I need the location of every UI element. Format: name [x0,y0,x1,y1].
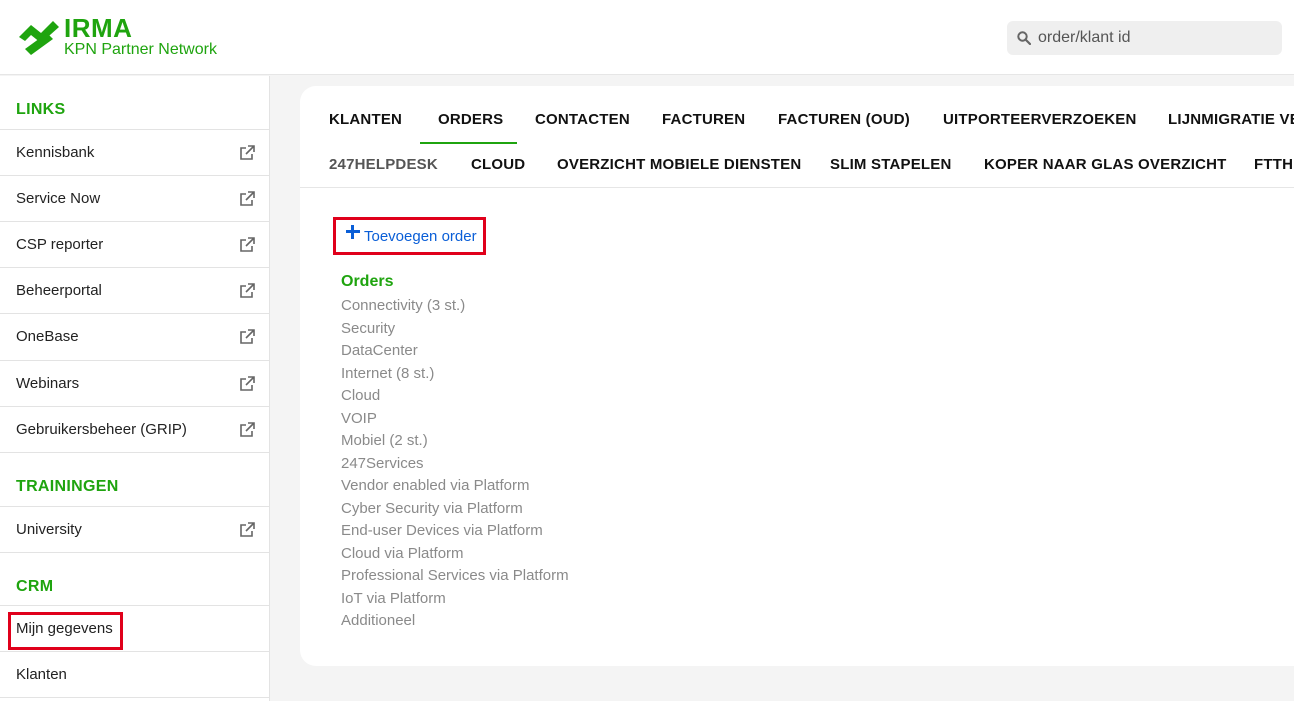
sidebar-item-service-now[interactable]: Service Now [0,175,269,221]
search-box[interactable] [1007,21,1282,55]
sidebar-divider [0,697,269,698]
order-category-item[interactable]: Professional Services via Platform [341,565,569,588]
sidebar-item-mijn-gegevens[interactable]: Mijn gegevens [0,605,269,651]
tab-cloud[interactable]: CLOUD [471,156,525,173]
sidebar-item-label: Webinars [16,375,80,392]
external-link-icon [240,329,255,344]
order-category-item[interactable]: Cloud via Platform [341,543,569,566]
tab-247helpdesk[interactable]: 247HELPDESK [329,156,438,173]
tab-koper-naar-glas-overzicht[interactable]: KOPER NAAR GLAS OVERZICHT [984,156,1227,173]
order-category-item[interactable]: Additioneel [341,610,569,633]
tab-lijnmigratie[interactable]: LIJNMIGRATIE VE [1168,111,1294,128]
order-category-item[interactable]: Cyber Security via Platform [341,498,569,521]
tab-slim-stapelen[interactable]: SLIM STAPELEN [830,156,952,173]
order-category-item[interactable]: Security [341,318,569,341]
sidebar-item-kennisbank[interactable]: Kennisbank [0,129,269,175]
logo-title[interactable]: IRMA [64,14,132,42]
tab-ftth[interactable]: FTTH [1254,156,1294,173]
tabs-divider [300,187,1294,188]
order-category-item[interactable]: Vendor enabled via Platform [341,475,569,498]
irma-logo-icon[interactable] [17,15,61,59]
external-link-icon [240,283,255,298]
sidebar-item-label: Beheerportal [16,282,102,299]
header: IRMA KPN Partner Network [0,0,1294,75]
active-tab-indicator [420,142,517,144]
order-category-item[interactable]: Connectivity (3 st.) [341,295,569,318]
sidebar-item-label: Service Now [16,190,101,207]
tab-klanten[interactable]: KLANTEN [329,111,402,128]
sidebar-item-onebase[interactable]: OneBase [0,313,269,359]
order-category-item[interactable]: End-user Devices via Platform [341,520,569,543]
sidebar-item-label: University [16,521,82,538]
external-link-icon [240,522,255,537]
order-category-item[interactable]: Cloud [341,385,569,408]
sidebar-item-label: Klanten [16,666,67,683]
tab-uitporteerverzoeken[interactable]: UITPORTEERVERZOEKEN [943,111,1137,128]
add-order-label: Toevoegen order [364,228,477,245]
sidebar-item-label: CSP reporter [16,236,104,253]
sidebar-divider [0,452,269,453]
external-link-icon [240,145,255,160]
sidebar-item-label: Mijn gegevens [16,620,113,637]
external-link-icon [240,191,255,206]
add-order-button[interactable]: Toevoegen order [333,217,486,255]
tab-orders[interactable]: ORDERS [438,111,503,128]
search-input[interactable] [1038,21,1276,55]
sidebar-divider [0,552,269,553]
sidebar-item-beheerportal[interactable]: Beheerportal [0,267,269,313]
tab-facturen-oud[interactable]: FACTUREN (OUD) [778,111,910,128]
order-category-item[interactable]: VOIP [341,408,569,431]
sidebar-item-label: Kennisbank [16,144,95,161]
external-link-icon [240,376,255,391]
tab-facturen[interactable]: FACTUREN [662,111,745,128]
sidebar-item-label: OneBase [16,328,79,345]
sidebar-item-label: Gebruikersbeheer (GRIP) [16,421,187,438]
plus-icon [346,225,360,239]
sidebar-item-university[interactable]: University [0,506,269,552]
tab-contacten[interactable]: CONTACTEN [535,111,630,128]
order-category-item[interactable]: IoT via Platform [341,588,569,611]
sidebar-item-klanten[interactable]: Klanten [0,651,269,697]
sidebar-item-webinars[interactable]: Webinars [0,360,269,406]
orders-title: Orders [341,273,394,290]
section-title-links: LINKS [16,101,66,118]
order-category-item[interactable]: Mobiel (2 st.) [341,430,569,453]
tab-overzicht-mobiele-diensten[interactable]: OVERZICHT MOBIELE DIENSTEN [557,156,801,173]
order-category-list: Connectivity (3 st.) Security DataCenter… [341,295,569,633]
section-title-crm: CRM [16,578,54,595]
search-icon [1017,31,1031,45]
external-link-icon [240,237,255,252]
logo-subtitle: KPN Partner Network [64,41,217,58]
external-link-icon [240,422,255,437]
order-category-item[interactable]: Internet (8 st.) [341,363,569,386]
order-category-item[interactable]: 247Services [341,453,569,476]
sidebar-item-csp-reporter[interactable]: CSP reporter [0,221,269,267]
section-title-trainingen: TRAININGEN [16,478,119,495]
sidebar: LINKS Kennisbank Service Now CSP reporte… [0,76,270,701]
order-category-item[interactable]: DataCenter [341,340,569,363]
sidebar-item-gebruikersbeheer[interactable]: Gebruikersbeheer (GRIP) [0,406,269,452]
